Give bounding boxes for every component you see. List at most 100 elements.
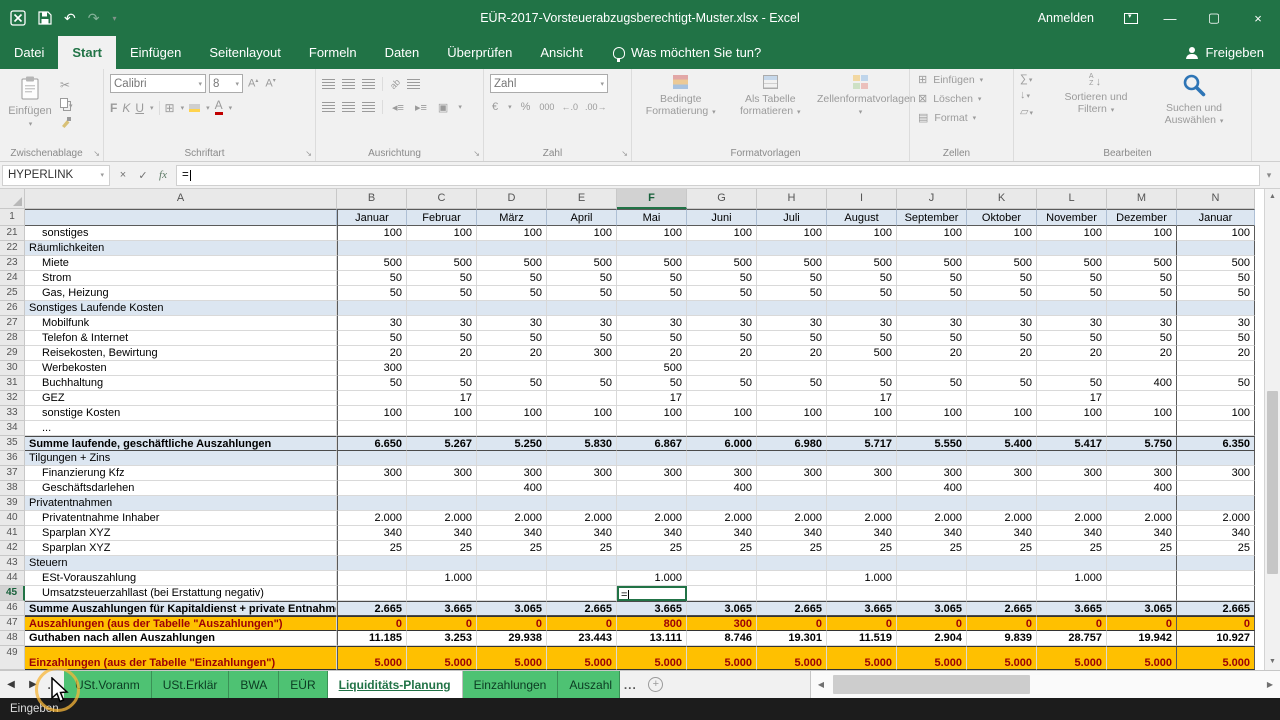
cell[interactable]: 0 (967, 616, 1037, 631)
cell[interactable]: 100 (897, 406, 967, 421)
signin-link[interactable]: Anmelden (1038, 11, 1094, 25)
cell[interactable]: 0 (477, 616, 547, 631)
cell[interactable]: 300 (1107, 466, 1177, 481)
cell[interactable] (687, 451, 757, 466)
cell[interactable]: 100 (407, 226, 477, 241)
cell[interactable] (337, 421, 407, 436)
cell[interactable]: 300 (1177, 466, 1255, 481)
cell[interactable]: 300 (827, 466, 897, 481)
cell[interactable]: 8.746 (687, 631, 757, 646)
cell[interactable]: 50 (477, 376, 547, 391)
active-cell[interactable]: = (617, 586, 687, 601)
cell[interactable]: 340 (477, 526, 547, 541)
cell[interactable]: 300 (617, 466, 687, 481)
cell[interactable] (1037, 451, 1107, 466)
cell[interactable]: 50 (687, 286, 757, 301)
cell[interactable] (827, 421, 897, 436)
cell[interactable] (687, 301, 757, 316)
cell[interactable]: Auszahlungen (aus der Tabelle "Auszahlun… (25, 616, 337, 631)
cell[interactable] (757, 571, 827, 586)
cell[interactable]: 50 (687, 271, 757, 286)
cell[interactable]: März (477, 209, 547, 226)
cell[interactable]: 5.717 (827, 436, 897, 451)
cell[interactable] (1107, 361, 1177, 376)
cell[interactable] (687, 556, 757, 571)
cell[interactable]: 0 (757, 616, 827, 631)
cell[interactable] (687, 391, 757, 406)
cell[interactable]: 50 (1037, 271, 1107, 286)
cell[interactable]: 3.665 (407, 601, 477, 616)
cell[interactable] (1107, 451, 1177, 466)
cell[interactable]: 100 (1107, 226, 1177, 241)
cell[interactable]: Räumlichkeiten (25, 241, 337, 256)
cell[interactable] (827, 301, 897, 316)
cell[interactable]: 20 (1177, 346, 1255, 361)
row-header[interactable]: 47 (0, 616, 25, 631)
underline-button[interactable]: U (135, 101, 144, 115)
cell[interactable]: 17 (407, 391, 477, 406)
cell[interactable]: 100 (617, 226, 687, 241)
cell[interactable]: 500 (477, 256, 547, 271)
cell[interactable] (897, 361, 967, 376)
cell[interactable]: 50 (617, 376, 687, 391)
cell[interactable] (757, 301, 827, 316)
cell[interactable] (547, 556, 617, 571)
cell[interactable] (407, 421, 477, 436)
cell[interactable]: sonstige Kosten (25, 406, 337, 421)
cell[interactable]: 2.000 (967, 511, 1037, 526)
cell[interactable]: 50 (477, 331, 547, 346)
cell[interactable]: 30 (757, 316, 827, 331)
ribbon-tab-start[interactable]: Start (58, 36, 116, 69)
cell[interactable] (1177, 241, 1255, 256)
accounting-format-icon[interactable]: € (490, 101, 500, 113)
cell[interactable]: 1.000 (407, 571, 477, 586)
cell[interactable]: 6.867 (617, 436, 687, 451)
cell[interactable]: 1.000 (617, 571, 687, 586)
cell[interactable]: 5.400 (967, 436, 1037, 451)
cell[interactable]: 2.000 (827, 511, 897, 526)
row-header[interactable]: 48 (0, 631, 25, 646)
cell[interactable]: Mobilfunk (25, 316, 337, 331)
cell[interactable] (827, 481, 897, 496)
align-bottom-icon[interactable] (362, 79, 375, 90)
row-header[interactable]: 40 (0, 511, 25, 526)
font-color-icon[interactable]: A (215, 100, 223, 115)
cell[interactable]: Tilgungen + Zins (25, 451, 337, 466)
cell[interactable] (1107, 241, 1177, 256)
cell[interactable]: 300 (757, 466, 827, 481)
cell[interactable]: Steuern (25, 556, 337, 571)
column-header[interactable]: N (1177, 189, 1255, 209)
align-top-icon[interactable] (322, 79, 335, 90)
cell[interactable]: 20 (757, 346, 827, 361)
cell[interactable]: Oktober (967, 209, 1037, 226)
cell[interactable]: 20 (477, 346, 547, 361)
cell[interactable]: 340 (1177, 526, 1255, 541)
cell[interactable]: 2.000 (617, 511, 687, 526)
cell[interactable] (1037, 421, 1107, 436)
column-header[interactable]: L (1037, 189, 1107, 209)
cell[interactable]: 11.185 (337, 631, 407, 646)
cell[interactable] (757, 391, 827, 406)
ribbon-tab-formeln[interactable]: Formeln (295, 36, 371, 69)
cell[interactable] (897, 556, 967, 571)
cell[interactable] (1037, 556, 1107, 571)
cell[interactable]: 3.253 (407, 631, 477, 646)
cell[interactable] (1177, 361, 1255, 376)
cell[interactable]: 50 (477, 271, 547, 286)
cell[interactable] (407, 481, 477, 496)
cell[interactable]: Summe Auszahlungen für Kapitaldienst + p… (25, 601, 337, 616)
cell[interactable]: Dezember (1107, 209, 1177, 226)
cell[interactable]: 100 (547, 406, 617, 421)
cell[interactable]: 300 (337, 466, 407, 481)
cell[interactable]: 50 (1037, 286, 1107, 301)
sheet-tab[interactable]: Liquiditäts-Planung (328, 671, 463, 698)
column-header[interactable]: M (1107, 189, 1177, 209)
increase-indent-icon[interactable]: ▸≡ (413, 101, 429, 114)
cell[interactable]: 50 (1177, 271, 1255, 286)
cell[interactable]: 50 (897, 376, 967, 391)
cell[interactable] (967, 241, 1037, 256)
align-middle-icon[interactable] (342, 79, 355, 90)
cell[interactable]: 2.000 (547, 511, 617, 526)
cell[interactable]: 300 (687, 466, 757, 481)
cell[interactable]: 3.065 (687, 601, 757, 616)
